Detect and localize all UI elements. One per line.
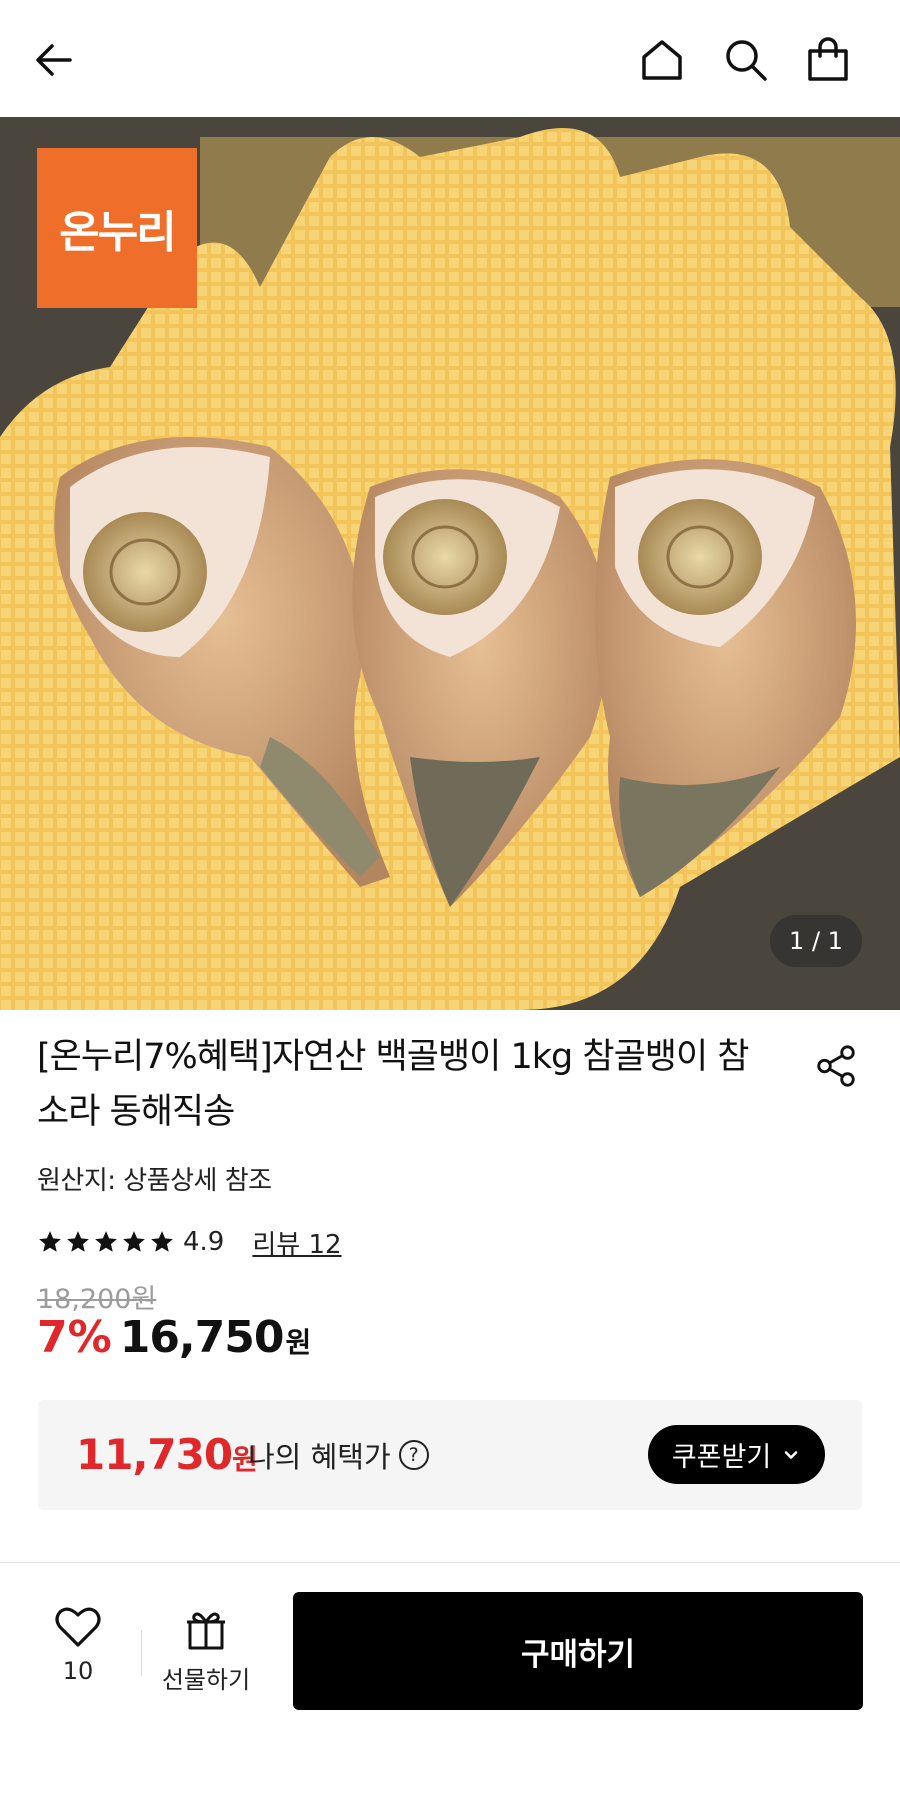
search-icon	[726, 40, 767, 81]
benefit-box: 11,730원 나의 혜택가 ? 쿠폰받기	[38, 1400, 862, 1510]
arrow-left-icon	[36, 44, 72, 76]
benefit-label: 나의 혜택가	[248, 1440, 391, 1474]
chevron-down-icon	[784, 1450, 798, 1459]
home-icon	[642, 40, 682, 80]
review-link[interactable]: 리뷰 12	[252, 1224, 341, 1261]
coupon-button-label: 쿠폰받기	[671, 1442, 772, 1473]
heart-icon	[55, 1607, 101, 1647]
like-button[interactable]: 10	[40, 1605, 116, 1685]
like-count: 10	[62, 1657, 94, 1685]
top-bar	[0, 0, 900, 117]
help-icon[interactable]: ?	[398, 1440, 429, 1470]
price-currency: 원	[285, 1326, 312, 1359]
coupon-button[interactable]: 쿠폰받기	[648, 1425, 825, 1484]
star-icon	[39, 1231, 61, 1252]
share-icon	[817, 1045, 855, 1087]
rating-score: 4.9	[183, 1227, 225, 1257]
star-icon	[123, 1231, 145, 1252]
rating-row: 4.9 리뷰 12	[37, 1222, 342, 1262]
bottom-divider	[0, 1562, 900, 1563]
cart-button[interactable]	[798, 30, 858, 90]
sale-price: 16,750	[119, 1312, 285, 1363]
origin-info: 원산지: 상품상세 참조	[37, 1166, 272, 1196]
product-image[interactable]: 온누리 1 / 1	[0, 117, 900, 1010]
original-price: 18,200원	[37, 1284, 157, 1315]
discount-rate: 7%	[37, 1312, 112, 1363]
gift-icon	[187, 1612, 225, 1650]
brand-logo: 온누리	[37, 148, 197, 308]
share-button[interactable]	[808, 1038, 864, 1094]
star-icon	[151, 1231, 173, 1252]
image-pager: 1 / 1	[770, 915, 862, 967]
shopping-bag-icon	[808, 37, 848, 81]
price-row: 7% 16,750 원	[37, 1312, 311, 1378]
product-title: [온누리7%혜택]자연산 백골뱅이 1kg 참골뱅이 참소라 동해직송	[37, 1037, 750, 1132]
benefit-price: 11,730원	[76, 1430, 258, 1479]
benefit-price-value: 11,730	[76, 1430, 233, 1479]
gift-label: 선물하기	[161, 1666, 251, 1694]
rating-stars	[37, 1229, 175, 1255]
search-button[interactable]	[716, 30, 776, 90]
star-icon	[67, 1231, 89, 1252]
bottom-separator	[141, 1630, 142, 1676]
back-button[interactable]	[24, 30, 84, 90]
buy-button[interactable]: 구매하기	[293, 1592, 863, 1710]
home-button[interactable]	[632, 30, 692, 90]
brand-logo-text: 온누리	[59, 207, 176, 258]
benefit-label-group: 나의 혜택가 ?	[248, 1434, 429, 1476]
star-icon	[95, 1231, 117, 1252]
gift-button[interactable]: 선물하기	[156, 1608, 256, 1695]
